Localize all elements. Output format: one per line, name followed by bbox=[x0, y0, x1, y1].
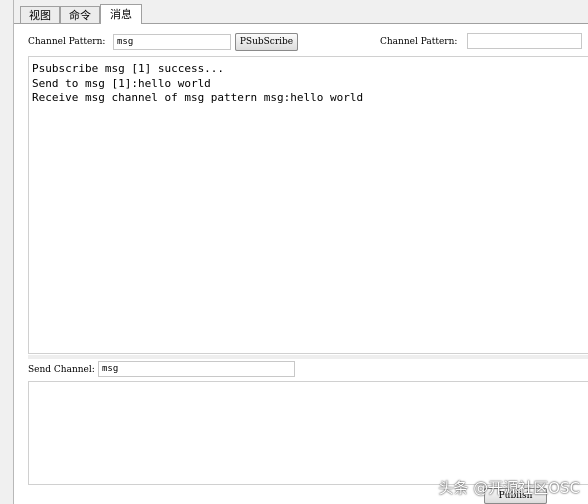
tab-view[interactable]: 视图 bbox=[20, 6, 60, 23]
channel-pattern-input-2[interactable] bbox=[467, 33, 582, 49]
watermark-text: 头条 @开源社区OSC bbox=[438, 479, 580, 497]
pane-splitter[interactable] bbox=[28, 355, 588, 359]
channel-pattern-input[interactable] bbox=[113, 34, 231, 50]
output-line: Psubscribe msg [1] success... bbox=[32, 62, 225, 75]
tab-message[interactable]: 消息 bbox=[100, 4, 142, 24]
channel-pattern-label: Channel Pattern: bbox=[28, 37, 106, 47]
send-message-area[interactable] bbox=[28, 381, 588, 485]
channel-pattern-label-2: Channel Pattern: bbox=[380, 37, 458, 47]
send-channel-input[interactable] bbox=[98, 361, 295, 377]
psubscribe-button[interactable]: PSubScribe bbox=[235, 33, 298, 51]
message-output-area[interactable]: Psubscribe msg [1] success... Send to ms… bbox=[28, 56, 588, 354]
output-line: Send to msg [1]:hello world bbox=[32, 76, 211, 90]
tab-active-gap bbox=[101, 23, 141, 24]
output-line: Receive msg channel of msg pattern msg:h… bbox=[32, 91, 364, 104]
left-panel-edge bbox=[0, 0, 14, 504]
tab-command[interactable]: 命令 bbox=[60, 6, 100, 23]
send-channel-label: Send Channel: bbox=[28, 365, 95, 375]
